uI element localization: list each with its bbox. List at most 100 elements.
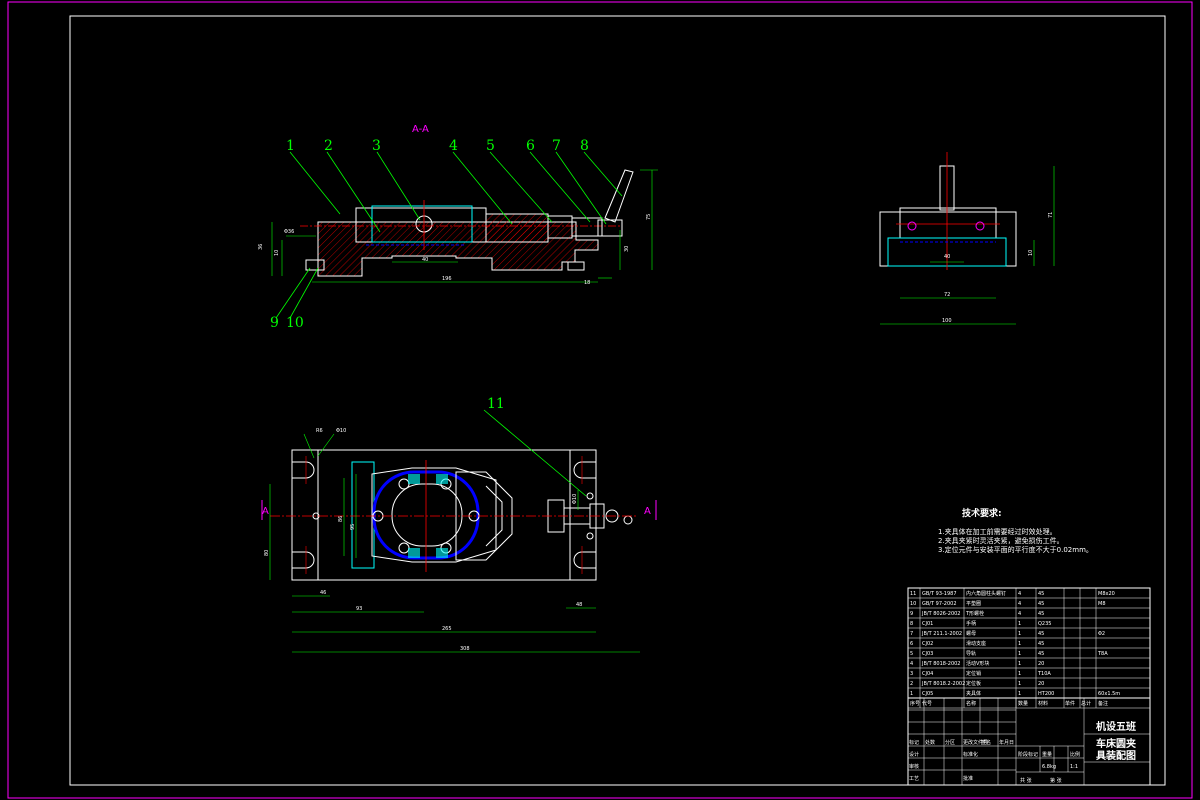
- parts-row-no: 1: [910, 691, 913, 697]
- parts-row-name: 定位板: [966, 680, 981, 687]
- parts-row-code: CJ03: [922, 651, 933, 657]
- parts-row-qty: 1: [1018, 671, 1021, 677]
- section-mark-right: A: [644, 506, 651, 517]
- parts-row-no: 8: [910, 621, 913, 627]
- parts-row-name: 内六角圆柱头螺钉: [966, 590, 1006, 597]
- plan-dim-48: 48: [576, 602, 582, 608]
- parts-row-name: 螺母: [966, 630, 976, 637]
- side-dim-72: 72: [944, 292, 950, 298]
- parts-row-no: 4: [910, 661, 913, 667]
- parts-row-material: 45: [1038, 611, 1044, 617]
- parts-row-material: 20: [1038, 661, 1044, 667]
- balloon-11: 11: [487, 396, 505, 412]
- tech-req-3: 3.定位元件与安装平面的平行度不大于0.02mm。: [938, 545, 1093, 554]
- tb-label-zone: 分区: [945, 739, 955, 746]
- plan-dim-r6: R6: [316, 428, 323, 434]
- dim-30-v: 30: [624, 246, 630, 252]
- parts-row-code: JB/T 8018-2002: [921, 661, 961, 667]
- side-dim-10: 10: [1028, 250, 1034, 256]
- section-view: A-A 196 40 Φ36 18 36 10 30 75 1 2 3 4 5 …: [258, 124, 658, 331]
- dim-40: 40: [422, 257, 428, 263]
- parts-row-qty: 1: [1018, 691, 1021, 697]
- parts-header-total-weight: 总计: [1081, 700, 1091, 707]
- parts-row-name: 手柄: [966, 620, 976, 627]
- parts-row-code: CJ01: [922, 621, 933, 627]
- plan-dim-95: 95: [350, 524, 356, 530]
- parts-row-note: Φ2: [1098, 631, 1105, 637]
- dim-18: 18: [584, 280, 590, 286]
- drawing-frame: [69, 15, 1166, 786]
- tb-label-approve: 批准: [963, 775, 973, 782]
- plan-dim-phi10-2: Φ10: [572, 494, 578, 504]
- parts-row-no: 5: [910, 651, 913, 657]
- parts-row-material: 45: [1038, 641, 1044, 647]
- parts-row-qty: 1: [1018, 621, 1021, 627]
- parts-row-name: T形螺栓: [965, 610, 984, 617]
- section-mark-left: A: [262, 506, 269, 517]
- parts-row-material: Q235: [1038, 621, 1051, 627]
- tb-school: 机设五班: [1096, 720, 1136, 733]
- parts-row-material: 45: [1038, 651, 1044, 657]
- balloon-9: 9: [270, 315, 279, 331]
- parts-row-no: 6: [910, 641, 913, 647]
- tb-drawing-name-2: 具装配图: [1095, 749, 1136, 762]
- tb-label-count: 处数: [925, 739, 935, 746]
- balloon-6: 6: [526, 138, 535, 154]
- plan-dim-46: 46: [320, 590, 326, 596]
- parts-header-qty: 数量: [1018, 700, 1028, 707]
- sheet-border: [7, 1, 1193, 799]
- tech-requirements: 技术要求: 1.夹具体在加工前需要经过时效处理。 2.夹具夹紧时灵活夹紧，避免损…: [938, 507, 1093, 554]
- parts-row-note: M8: [1098, 601, 1106, 607]
- parts-row-name: 定位销: [966, 670, 981, 677]
- plan-dim-265: 265: [442, 626, 452, 632]
- parts-row-note: 60x1.5m: [1098, 691, 1120, 697]
- parts-row-code: CJ05: [922, 691, 933, 697]
- parts-row-no: 3: [910, 671, 913, 677]
- plan-dim-80: 80: [264, 550, 270, 556]
- v-block: [485, 213, 549, 243]
- tb-label-weight: 重量: [1042, 751, 1052, 758]
- parts-row-qty: 4: [1018, 591, 1021, 597]
- parts-row-qty: 1: [1018, 651, 1021, 657]
- plan-dim-308: 308: [460, 646, 470, 652]
- tb-label-design: 设计: [909, 751, 919, 758]
- parts-row-code: CJ02: [922, 641, 933, 647]
- balloon-1: 1: [286, 138, 295, 154]
- tb-label-sign: 签名: [981, 739, 991, 746]
- parts-row-no: 10: [910, 601, 916, 607]
- parts-row-name: 平垫圈: [966, 600, 981, 607]
- parts-row-note: M8x20: [1098, 591, 1115, 597]
- balloon-3: 3: [372, 138, 381, 154]
- parts-header-unit-weight: 单件: [1065, 700, 1075, 707]
- parts-row-material: HT200: [1038, 691, 1054, 697]
- side-view: 72 100 40 71 10: [879, 152, 1055, 325]
- balloon-5: 5: [486, 138, 495, 154]
- tech-req-title: 技术要求:: [962, 507, 1002, 519]
- parts-header-material: 材料: [1038, 700, 1048, 707]
- plan-dim-phi10: Φ10: [336, 428, 346, 434]
- balloon-8: 8: [580, 138, 589, 154]
- tb-label-check: 审核: [909, 763, 919, 770]
- t-bolt-right: [567, 261, 585, 271]
- balloon-2: 2: [324, 138, 333, 154]
- tb-label-total: 共 张: [1020, 777, 1032, 784]
- parts-row-qty: 1: [1018, 631, 1021, 637]
- dim-phi36: Φ36: [284, 229, 294, 235]
- parts-row-name: 导轨: [966, 650, 976, 657]
- parts-header-note: 备注: [1098, 700, 1108, 707]
- plan-dim-86: 86: [338, 516, 344, 522]
- parts-row-code: GB/T 93-1987: [922, 591, 957, 597]
- parts-row-no: 7: [910, 631, 913, 637]
- side-dim-40: 40: [944, 254, 950, 260]
- parts-row-code: JB/T 8026-2002: [921, 611, 961, 617]
- parts-row-code: CJ04: [922, 671, 933, 677]
- tb-weight: 6.8kg: [1042, 764, 1056, 770]
- parts-row-name: 滑动支座: [966, 640, 986, 647]
- balloon-7: 7: [552, 138, 561, 154]
- tb-label-mark: 标记: [909, 739, 919, 746]
- parts-row-material: 45: [1038, 591, 1044, 597]
- parts-list: 11 GB/T 93-1987 内六角圆柱头螺钉 4 45 M8x2010 GB/T 97-…: [907, 587, 1151, 709]
- parts-row-material: 45: [1038, 601, 1044, 607]
- dim-10-v: 10: [274, 250, 280, 256]
- balloon-4: 4: [449, 138, 458, 154]
